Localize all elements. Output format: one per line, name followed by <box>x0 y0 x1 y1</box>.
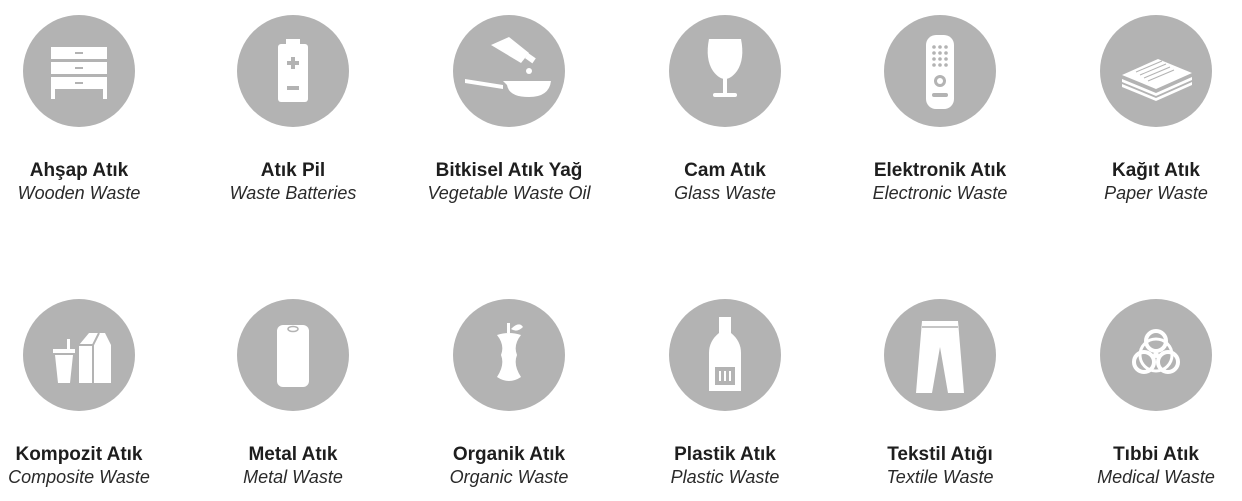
category-name-en: Textile Waste <box>886 467 994 487</box>
drink-carton-icon <box>23 299 135 411</box>
category-glass-waste[interactable]: Cam Atık Glass Waste <box>615 15 835 204</box>
category-vegetable-waste-oil[interactable]: Bitkisel Atık Yağ Vegetable Waste Oil <box>399 15 619 204</box>
category-paper-waste[interactable]: Kağıt Atık Paper Waste <box>1046 15 1242 204</box>
category-plastic-waste[interactable]: Plastik Atık Plastic Waste <box>615 299 835 488</box>
category-textile-waste[interactable]: Tekstil Atığı Textile Waste <box>830 299 1050 488</box>
category-organic-waste[interactable]: Organik Atık Organic Waste <box>399 299 619 488</box>
category-name-en: Wooden Waste <box>17 183 141 203</box>
paper-stack-icon <box>1100 15 1212 127</box>
pants-icon <box>884 299 996 411</box>
category-name-tr: Kağıt Atık <box>1112 160 1200 181</box>
can-icon <box>237 299 349 411</box>
category-name-en: Vegetable Waste Oil <box>427 183 591 203</box>
plastic-bottle-icon <box>669 299 781 411</box>
category-wooden-waste[interactable]: Ahşap Atık Wooden Waste <box>0 15 189 204</box>
category-name-en: Organic Waste <box>449 467 569 487</box>
category-name-tr: Plastik Atık <box>674 444 776 465</box>
category-name-en: Composite Waste <box>8 467 150 487</box>
category-name-tr: Atık Pil <box>260 160 326 181</box>
category-name-en: Electronic Waste <box>872 183 1008 203</box>
category-electronic-waste[interactable]: Elektronik Atık Electronic Waste <box>830 15 1050 204</box>
category-name-tr: Elektronik Atık <box>873 160 1007 181</box>
oil-pan-icon <box>453 15 565 127</box>
category-medical-waste[interactable]: Tıbbi Atık Medical Waste <box>1046 299 1242 488</box>
category-name-en: Paper Waste <box>1104 183 1208 203</box>
category-name-tr: Metal Atık <box>248 444 338 465</box>
category-name-tr: Bitkisel Atık Yağ <box>435 160 583 181</box>
category-name-tr: Cam Atık <box>684 160 766 181</box>
category-name-en: Metal Waste <box>243 467 343 487</box>
category-waste-batteries[interactable]: Atık Pil Waste Batteries <box>183 15 403 204</box>
category-name-tr: Organik Atık <box>452 444 566 465</box>
category-name-en: Glass Waste <box>674 183 776 203</box>
category-name-tr: Ahşap Atık <box>29 160 129 181</box>
category-name-en: Waste Batteries <box>229 183 357 203</box>
category-name-en: Plastic Waste <box>670 467 780 487</box>
category-metal-waste[interactable]: Metal Atık Metal Waste <box>183 299 403 488</box>
remote-control-icon <box>884 15 996 127</box>
battery-icon <box>237 15 349 127</box>
category-name-tr: Tekstil Atığı <box>887 444 993 465</box>
biohazard-icon <box>1100 299 1212 411</box>
wine-glass-icon <box>669 15 781 127</box>
category-name-en: Medical Waste <box>1097 467 1215 487</box>
category-name-tr: Kompozit Atık <box>15 444 143 465</box>
drawer-cabinet-icon <box>23 15 135 127</box>
category-composite-waste[interactable]: Kompozit Atık Composite Waste <box>0 299 189 488</box>
apple-core-icon <box>453 299 565 411</box>
category-name-tr: Tıbbi Atık <box>1113 444 1199 465</box>
